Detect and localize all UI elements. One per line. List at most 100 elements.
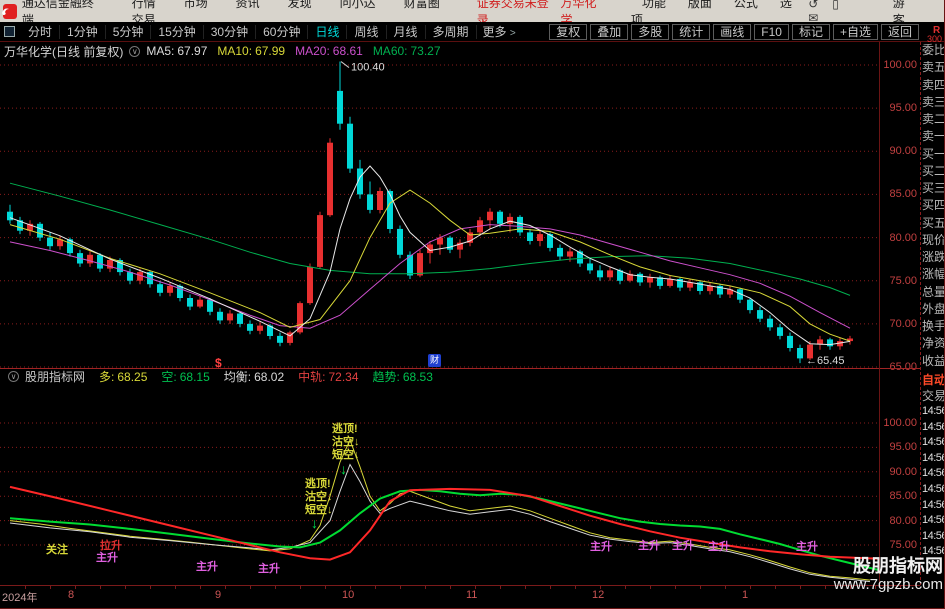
corner-code: 300 bbox=[927, 34, 943, 44]
field-value: 68.53 bbox=[402, 370, 433, 384]
menu-item-2[interactable]: 资讯 bbox=[236, 0, 260, 10]
auto-trade-button[interactable]: 自动 bbox=[922, 372, 944, 388]
axis-tick bbox=[200, 586, 201, 589]
price-axis-label: 85.00 bbox=[889, 188, 917, 200]
quote-label-12: 涨跌 bbox=[922, 250, 945, 265]
ma-label-1: MA10: 67.99 bbox=[217, 44, 285, 58]
ma-value: 73.27 bbox=[410, 44, 441, 58]
menu-item-4[interactable]: 问小达 bbox=[340, 0, 376, 10]
collapse-icon[interactable]: ∨ bbox=[129, 45, 141, 57]
indicator-field-1: 空: 68.15 bbox=[161, 370, 209, 384]
stock-title[interactable]: 万华化学(日线 前复权) bbox=[4, 43, 123, 60]
toolbar-button-1[interactable]: 叠加 bbox=[590, 23, 629, 40]
toolbar-button-6[interactable]: 标记 bbox=[791, 23, 830, 40]
period-tab-60分钟[interactable]: 60分钟 bbox=[256, 25, 309, 39]
axis-tick bbox=[575, 586, 576, 589]
indicator-axis-label: 90.00 bbox=[889, 466, 917, 478]
quote-label-7: 买二 bbox=[922, 163, 945, 178]
axis-tick bbox=[150, 586, 151, 589]
field-name: 多: bbox=[99, 370, 115, 384]
mobile-icon[interactable]: ▯ bbox=[832, 0, 839, 11]
toolbar-button-4[interactable]: 画线 bbox=[713, 23, 752, 40]
field-name: 中轨: bbox=[298, 370, 326, 384]
tick-time-row: 14:56 bbox=[922, 405, 945, 417]
svg-text:←65.45: ←65.45 bbox=[806, 355, 845, 367]
feedback-icon[interactable]: ↺ bbox=[808, 0, 818, 11]
ma-value: 67.99 bbox=[255, 44, 286, 58]
tick-time-row: 14:56 bbox=[922, 436, 945, 449]
time-axis: 2024年 8 9 10 11 12 1 bbox=[0, 585, 920, 608]
tick-time-row: 14:56 bbox=[922, 483, 945, 495]
field-name: 均衡: bbox=[223, 370, 252, 384]
ma-label-2: MA20: 68.61 bbox=[295, 44, 363, 58]
period-tab-5分钟[interactable]: 5分钟 bbox=[105, 25, 152, 39]
tick-time-row: 14:56 bbox=[922, 467, 945, 480]
collapse-icon[interactable]: ∨ bbox=[8, 371, 19, 382]
main-chart-title: 万华化学(日线 前复权) ∨ MA5: 67.97 MA10: 67.99 MA20: 6… bbox=[4, 43, 451, 60]
menu-item-right-0[interactable]: 功能 bbox=[642, 0, 666, 10]
menu-item-5[interactable]: 财富圈 bbox=[404, 0, 440, 10]
main-chart-svg: 100.40 ←65.45 bbox=[0, 61, 878, 368]
period-tab-周线[interactable]: 周线 bbox=[347, 25, 387, 39]
axis-tick bbox=[500, 586, 501, 589]
quote-label-6: 买一 bbox=[922, 146, 945, 161]
chevron-right-icon: > bbox=[509, 28, 516, 39]
quote-label-9: 买四 bbox=[922, 198, 945, 213]
quote-label-3: 卖三 bbox=[922, 94, 945, 109]
period-tab-分时[interactable]: 分时 bbox=[21, 25, 61, 39]
ma-name: MA60: bbox=[372, 44, 408, 58]
quote-label-16: 换手 bbox=[922, 319, 945, 334]
axis-border bbox=[879, 42, 880, 585]
axis-tick bbox=[100, 586, 101, 589]
axis-tick bbox=[25, 586, 26, 589]
quote-label-10: 买五 bbox=[922, 215, 945, 230]
period-tab-月线[interactable]: 月线 bbox=[386, 25, 426, 39]
window-layout-icon[interactable] bbox=[4, 26, 15, 37]
quote-sidebar: 委比 卖五 卖四 卖三 卖二 卖一 买一 买二 买三 买四 买五 现价 涨跌 涨幅 总量 外盘 换手 净资 收益 自动… bbox=[920, 42, 945, 585]
tick-time-row: 14:56 bbox=[922, 514, 945, 527]
ma-value: 67.97 bbox=[177, 44, 208, 58]
ma-label-3: MA60: 73.27 bbox=[373, 44, 441, 58]
menu-item-right-2[interactable]: 公式 bbox=[734, 0, 758, 10]
quote-label-14: 总量 bbox=[922, 284, 945, 299]
quote-label-2: 卖四 bbox=[922, 77, 945, 92]
trade-button[interactable]: 交易 bbox=[922, 388, 944, 404]
quote-label-1: 卖五 bbox=[922, 60, 945, 75]
period-tab-30分钟[interactable]: 30分钟 bbox=[203, 25, 257, 39]
axis-tick bbox=[725, 586, 726, 589]
indicator-axis-label: 80.00 bbox=[889, 515, 917, 527]
ma-value: 68.61 bbox=[332, 44, 363, 58]
period-tab-15分钟[interactable]: 15分钟 bbox=[151, 25, 204, 39]
period-tab-多周期[interactable]: 多周期 bbox=[425, 25, 477, 39]
more-periods-button[interactable]: 更多 > bbox=[477, 23, 522, 40]
toolbar-button-5[interactable]: F10 bbox=[754, 23, 789, 40]
axis-tick bbox=[775, 586, 776, 589]
axis-tick bbox=[475, 586, 476, 589]
price-axis-label: 100.00 bbox=[883, 59, 917, 71]
price-axis-label: 80.00 bbox=[889, 232, 917, 244]
menu-item-right-1[interactable]: 版面 bbox=[688, 0, 712, 10]
indicator-field-4: 趋势: 68.53 bbox=[373, 370, 433, 384]
period-tab-日线[interactable]: 日线 bbox=[308, 25, 348, 39]
period-tab-1分钟[interactable]: 1分钟 bbox=[60, 25, 106, 39]
menu-item-1[interactable]: 市场 bbox=[184, 0, 208, 10]
tick-time-row: 14:56 bbox=[922, 451, 945, 464]
tick-time-row: 14:56 bbox=[922, 529, 945, 542]
indicator-name[interactable]: 股朋指标网 bbox=[25, 368, 85, 385]
toolbar-button-0[interactable]: 复权 bbox=[549, 23, 588, 40]
axis-tick bbox=[325, 586, 326, 589]
toolbar-button-2[interactable]: 多股 bbox=[631, 23, 670, 40]
axis-tick bbox=[350, 586, 351, 589]
indicator-axis-label: 100.00 bbox=[883, 417, 917, 429]
menu-item-0[interactable]: 行情 bbox=[132, 0, 156, 10]
menu-item-3[interactable]: 发现 bbox=[288, 0, 312, 10]
axis-tick bbox=[400, 586, 401, 589]
axis-tick bbox=[275, 586, 276, 589]
axis-month-label: 8 bbox=[68, 589, 75, 601]
toolbar-button-3[interactable]: 统计 bbox=[672, 23, 711, 40]
axis-tick bbox=[175, 586, 176, 589]
toolbar-button-7[interactable]: +自选 bbox=[832, 23, 878, 40]
toolbar-button-8[interactable]: 返回 bbox=[880, 23, 919, 40]
indicator-axis-label: 95.00 bbox=[889, 441, 917, 453]
top-menu-bar: 通达信金融终端 行情 市场 资讯 发现 问小达 财富圈交易 证券交易未登录 万华化学 功能… bbox=[0, 0, 944, 27]
